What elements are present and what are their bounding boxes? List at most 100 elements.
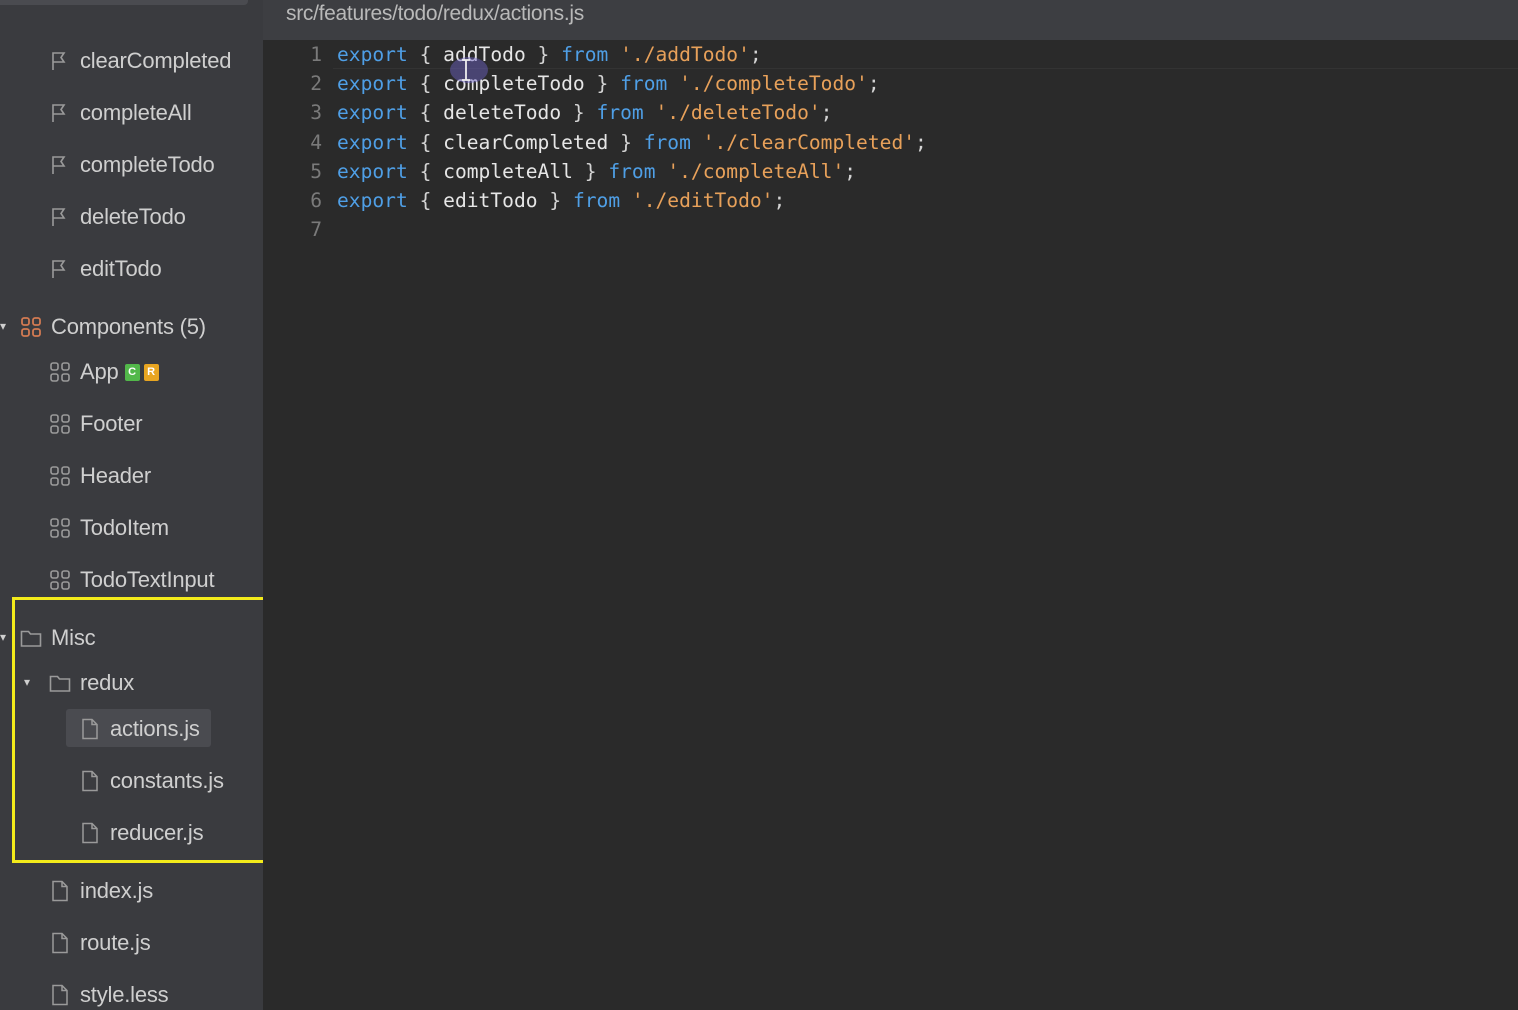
keyword-export: export xyxy=(337,43,408,66)
string-literal: './deleteTodo' xyxy=(655,101,821,125)
file-icon xyxy=(49,932,71,954)
sidebar-group-misc[interactable]: Misc xyxy=(20,618,96,658)
punctuation: { xyxy=(407,189,444,212)
string-literal: './clearCompleted' xyxy=(702,130,916,154)
line-number: 1 xyxy=(310,43,322,66)
redux-badge: R xyxy=(143,363,159,381)
semicolon: ; xyxy=(844,159,857,183)
keyword-export: export xyxy=(337,101,408,125)
sidebar-file-label: style.less xyxy=(80,982,169,1007)
punctuation: } xyxy=(561,101,597,125)
sidebar-item-Header[interactable]: Header xyxy=(49,456,151,496)
sidebar-item-TodoItem[interactable]: TodoItem xyxy=(49,508,169,548)
sidebar-file-reducer[interactable]: reducer.js xyxy=(79,813,204,853)
component-grid-icon xyxy=(49,465,71,487)
string-literal: './editTodo' xyxy=(631,189,774,212)
identifier: editTodo xyxy=(443,189,538,212)
punctuation: { xyxy=(407,101,444,125)
file-icon xyxy=(49,880,71,902)
code-text: export { deleteTodo } from './deleteTodo… xyxy=(337,98,832,127)
components-label: Components (5) xyxy=(51,314,206,339)
sidebar-file-route[interactable]: route.js xyxy=(49,923,151,963)
project-sidebar: clearCompleted completeAll completeTodo … xyxy=(0,0,263,1010)
semicolon: ; xyxy=(749,43,762,66)
keyword-from: from xyxy=(620,72,668,96)
keyword-from: from xyxy=(561,43,609,66)
sidebar-file-index[interactable]: index.js xyxy=(49,871,153,911)
sidebar-file-style[interactable]: style.less xyxy=(49,975,169,1010)
sidebar-file-label: reducer.js xyxy=(110,820,204,845)
punctuation: { xyxy=(407,72,444,96)
code-editor[interactable]: src/features/todo/redux/actions.js 1 expo… xyxy=(263,0,1518,1010)
punctuation: { xyxy=(407,159,444,183)
keyword-from: from xyxy=(596,101,644,125)
keyword-export: export xyxy=(337,130,408,154)
code-line[interactable]: 5 export { completeAll } from './complete… xyxy=(263,157,1518,186)
misc-label: Misc xyxy=(51,625,96,650)
code-text: export { editTodo } from './editTodo'; xyxy=(337,186,785,215)
identifier: completeAll xyxy=(443,159,573,183)
identifier: deleteTodo xyxy=(443,101,562,125)
code-text: export { completeTodo } from './complete… xyxy=(337,69,880,98)
sidebar-folder-redux[interactable]: redux xyxy=(49,663,134,703)
sidebar-group-components[interactable]: Components (5) xyxy=(20,307,206,347)
flag-icon xyxy=(49,154,71,176)
file-icon xyxy=(79,822,101,844)
sidebar-item-clearCompleted[interactable]: clearCompleted xyxy=(49,41,231,81)
sidebar-file-label: constants.js xyxy=(110,768,224,793)
component-grid-icon xyxy=(49,517,71,539)
sidebar-file-actions[interactable]: actions.js xyxy=(79,709,200,749)
sidebar-top-edge xyxy=(0,0,248,5)
caret-down-icon[interactable]: ▾ xyxy=(24,676,30,688)
component-grid-icon xyxy=(49,361,71,383)
code-line[interactable]: 7 xyxy=(263,215,1518,244)
component-badge: C xyxy=(124,363,140,381)
code-line[interactable]: 6 export { editTodo } from './editTodo'; xyxy=(263,186,1518,215)
sidebar-file-label: route.js xyxy=(80,930,151,955)
sidebar-file-constants[interactable]: constants.js xyxy=(79,761,224,801)
sidebar-item-label: editTodo xyxy=(80,256,162,281)
sidebar-item-editTodo[interactable]: editTodo xyxy=(49,249,162,289)
file-icon xyxy=(79,718,101,740)
sidebar-item-label: App xyxy=(80,359,119,384)
semicolon: ; xyxy=(867,72,880,96)
sidebar-item-completeAll[interactable]: completeAll xyxy=(49,93,192,133)
folder-icon xyxy=(49,672,71,694)
line-number: 2 xyxy=(310,72,322,96)
sidebar-item-label: clearCompleted xyxy=(80,48,232,73)
punctuation: } xyxy=(584,72,621,96)
sidebar-item-Footer[interactable]: Footer xyxy=(49,404,143,444)
punctuation: } xyxy=(608,130,644,154)
caret-down-icon[interactable]: ▾ xyxy=(0,320,6,332)
sidebar-item-label: Footer xyxy=(80,411,143,436)
sidebar-item-label: deleteTodo xyxy=(80,204,186,229)
flag-icon xyxy=(49,258,71,280)
string-literal: './addTodo' xyxy=(620,43,750,66)
mouse-cursor-icon xyxy=(450,57,488,83)
sidebar-item-deleteTodo[interactable]: deleteTodo xyxy=(49,197,186,237)
sidebar-item-completeTodo[interactable]: completeTodo xyxy=(49,145,215,185)
caret-down-icon[interactable]: ▾ xyxy=(0,631,6,643)
code-line[interactable]: 4 export { clearCompleted } from './clear… xyxy=(263,128,1518,157)
string-literal: './completeTodo' xyxy=(679,72,868,96)
keyword-from: from xyxy=(572,189,621,212)
sidebar-item-label: TodoTextInput xyxy=(80,567,215,592)
sidebar-item-label: completeAll xyxy=(80,100,192,125)
sidebar-item-label: Header xyxy=(80,463,151,488)
sidebar-file-label: actions.js xyxy=(110,716,200,741)
flag-icon xyxy=(49,102,71,124)
component-grid-icon xyxy=(49,569,71,591)
sidebar-item-TodoTextInput[interactable]: TodoTextInput xyxy=(49,560,215,600)
semicolon: ; xyxy=(773,189,786,212)
punctuation: { xyxy=(407,43,444,66)
sidebar-item-App[interactable]: App C R xyxy=(49,352,159,392)
folder-icon xyxy=(20,627,42,649)
code-line[interactable]: 3 export { deleteTodo } from './deleteTod… xyxy=(263,98,1518,127)
semicolon: ; xyxy=(915,130,927,154)
